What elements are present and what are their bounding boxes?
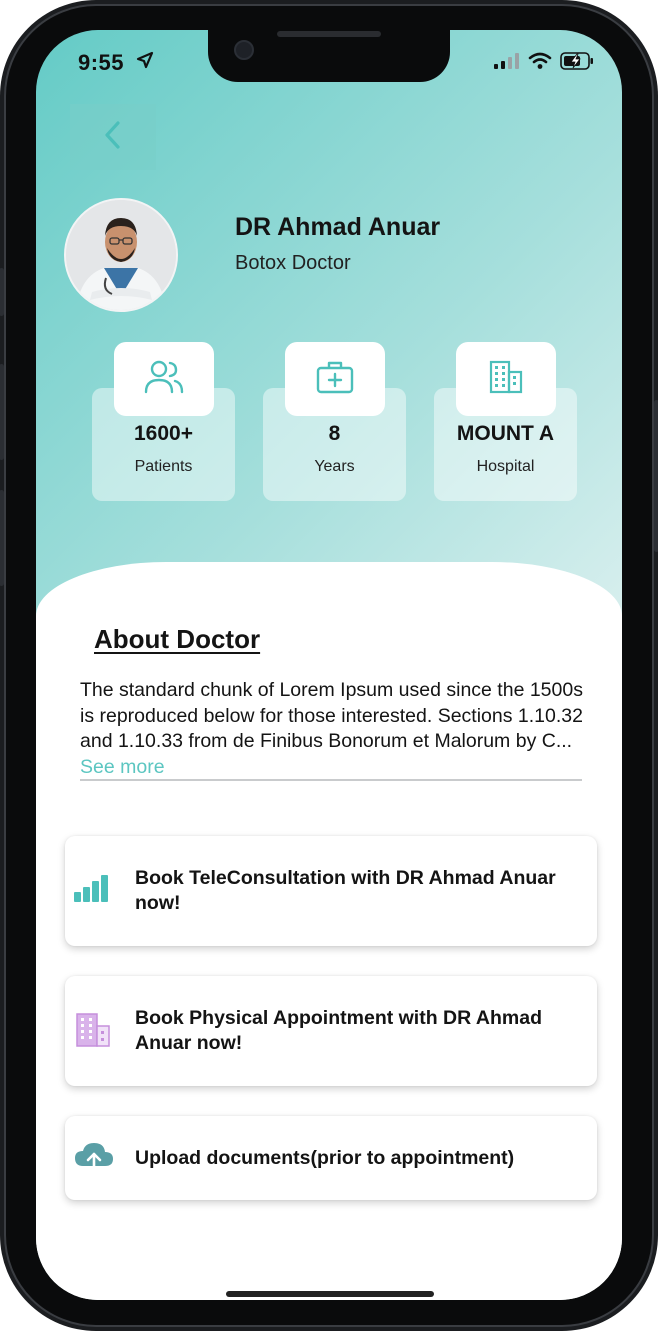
stat-label-years: Years <box>314 458 355 475</box>
about-text: The standard chunk of Lorem Ipsum used s… <box>80 678 586 780</box>
location-arrow-icon <box>136 51 154 74</box>
about-title: About Doctor <box>94 624 261 654</box>
about-body: The standard chunk of Lorem Ipsum used s… <box>80 679 583 752</box>
back-button[interactable] <box>70 104 156 170</box>
stat-icon-box-years <box>285 342 385 416</box>
upload-documents-label: Upload documents(prior to appointment) <box>135 1147 515 1169</box>
hospital-building-icon <box>487 358 525 401</box>
front-camera <box>234 40 254 60</box>
cloud-upload-icon <box>73 1140 115 1179</box>
medical-kit-icon <box>315 359 355 400</box>
stat-label-hospital: Hospital <box>476 458 535 475</box>
home-indicator[interactable] <box>226 1291 434 1297</box>
see-more-link[interactable]: See more <box>80 756 165 778</box>
doctor-specialty: Botox Doctor <box>235 252 351 274</box>
status-indicators <box>494 52 594 75</box>
stat-icon-box-hospital <box>456 342 556 416</box>
book-teleconsultation-label: Book TeleConsultation with DR Ahmad Anua… <box>135 867 556 914</box>
stat-label-patients: Patients <box>134 458 193 475</box>
stat-value-years: 8 <box>328 422 341 445</box>
book-teleconsultation-button[interactable]: Book TeleConsultation with DR Ahmad Anua… <box>65 836 597 946</box>
people-icon <box>143 359 185 400</box>
earpiece-speaker <box>277 31 381 37</box>
doctor-avatar <box>64 198 178 312</box>
stat-value-hospital: MOUNT A <box>456 422 555 445</box>
doctor-name: DR Ahmad Anuar <box>235 213 441 241</box>
phone-frame: 9:55 DR Ahmad Anuar Botox Doctor 1600+ P… <box>0 0 658 1331</box>
divider <box>80 779 582 781</box>
status-time: 9:55 <box>78 50 125 75</box>
upload-documents-button[interactable]: Upload documents(prior to appointment) <box>65 1116 597 1200</box>
wifi-icon <box>528 52 552 75</box>
app-screen: 9:55 DR Ahmad Anuar Botox Doctor 1600+ P… <box>36 30 622 1300</box>
book-physical-appointment-button[interactable]: Book Physical Appointment with DR Ahmad … <box>65 976 597 1086</box>
battery-charging-icon <box>560 52 594 75</box>
cellular-signal-icon <box>494 53 520 74</box>
power-button <box>654 400 658 552</box>
signal-bars-icon <box>73 874 113 909</box>
chevron-left-icon <box>103 120 123 155</box>
book-physical-appointment-label: Book Physical Appointment with DR Ahmad … <box>135 1007 542 1054</box>
stat-icon-box-patients <box>114 342 214 416</box>
building-icon <box>73 1010 113 1055</box>
stat-value-patients: 1600+ <box>134 422 193 445</box>
